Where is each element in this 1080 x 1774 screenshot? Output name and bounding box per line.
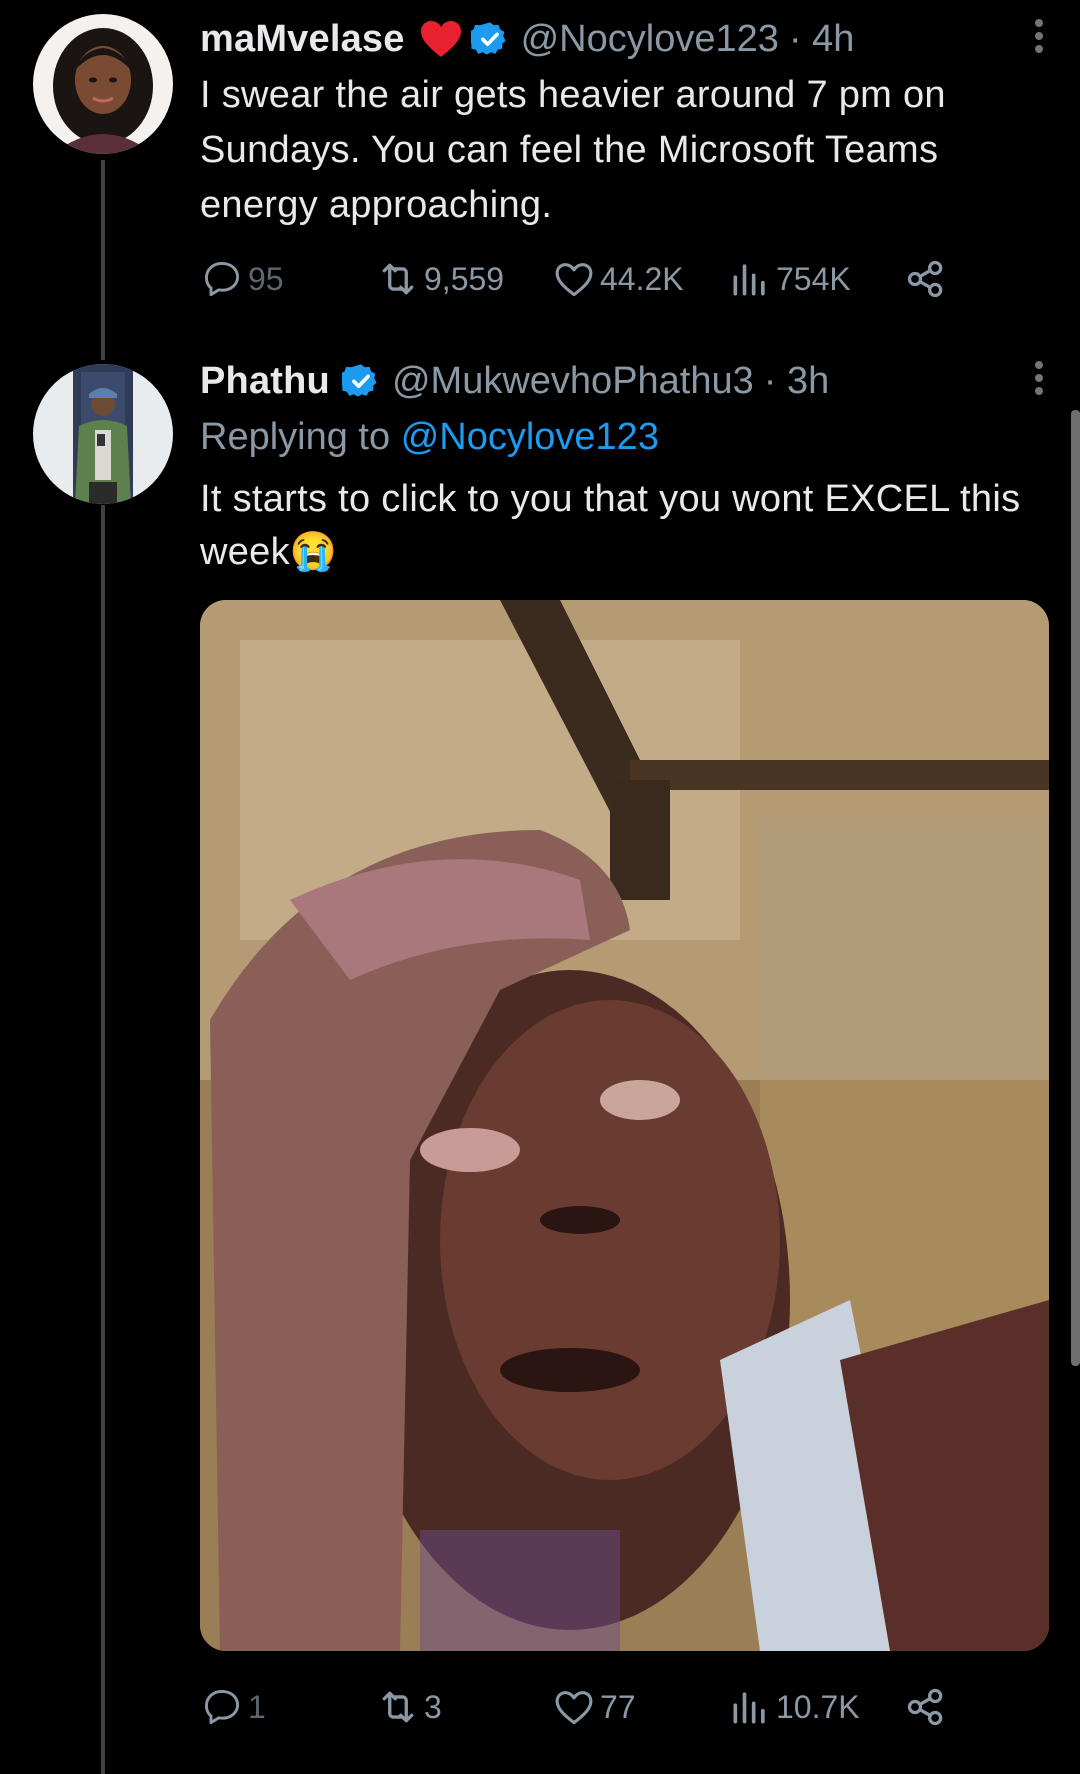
share-button[interactable] bbox=[904, 249, 952, 309]
retweet-count: 3 bbox=[424, 1688, 442, 1725]
replying-to-label: Replying to bbox=[200, 416, 391, 458]
avatar[interactable] bbox=[33, 364, 173, 504]
handle[interactable]: @Nocylove123 bbox=[521, 18, 779, 61]
tweet-text: I swear the air gets heavier around 7 pm… bbox=[200, 74, 946, 226]
more-vertical-icon[interactable] bbox=[1024, 14, 1054, 64]
red-heart-emoji-icon bbox=[420, 21, 461, 57]
like-count: 77 bbox=[600, 1688, 636, 1725]
reply-bubble-icon bbox=[204, 1689, 240, 1725]
reply-button[interactable]: 1 bbox=[200, 1677, 266, 1737]
tweet-reply[interactable]: Phathu @MukwevhoPhathu3 · 3h Replying to… bbox=[200, 352, 1060, 579]
display-name[interactable]: Phathu bbox=[200, 360, 330, 403]
views-count: 10.7K bbox=[776, 1688, 860, 1725]
handle[interactable]: @MukwevhoPhathu3 bbox=[392, 360, 754, 403]
share-button[interactable] bbox=[904, 1677, 952, 1737]
retweet-icon bbox=[382, 263, 414, 295]
timestamp[interactable]: · 4h bbox=[789, 18, 854, 61]
more-vertical-icon[interactable] bbox=[1024, 356, 1054, 406]
verified-badge-icon bbox=[470, 22, 506, 55]
replying-to-line: Replying to @Nocylove123 bbox=[200, 410, 1060, 465]
reply-bubble-icon bbox=[204, 261, 240, 297]
views-count: 754K bbox=[776, 260, 851, 297]
display-name[interactable]: maMvelase bbox=[200, 18, 405, 61]
heart-outline-icon bbox=[555, 1691, 593, 1725]
thread-connector-line bbox=[101, 505, 105, 1774]
tweet-media-video[interactable] bbox=[200, 600, 1049, 1651]
tweet-actions: 95 9,559 44.2K 754K bbox=[200, 249, 960, 309]
views-button[interactable]: 754K bbox=[728, 249, 851, 309]
tweet-actions: 1 3 77 10.7K bbox=[200, 1677, 960, 1737]
views-button[interactable]: 10.7K bbox=[728, 1677, 860, 1737]
retweet-button[interactable]: 9,559 bbox=[376, 249, 504, 309]
tweet-header: maMvelase @Nocylove123 · 4h bbox=[200, 10, 1060, 68]
thread-connector-line bbox=[101, 160, 105, 360]
scrollbar[interactable] bbox=[1071, 410, 1080, 1366]
reply-button[interactable]: 95 bbox=[200, 249, 284, 309]
retweet-count: 9,559 bbox=[424, 260, 505, 297]
retweet-icon bbox=[382, 1691, 414, 1723]
reply-count: 1 bbox=[248, 1688, 266, 1725]
views-bars-icon bbox=[733, 1692, 765, 1724]
mention-link[interactable]: @Nocylove123 bbox=[401, 416, 659, 458]
heart-outline-icon bbox=[555, 263, 593, 297]
share-icon bbox=[907, 1688, 943, 1726]
avatar[interactable] bbox=[33, 14, 173, 154]
like-count: 44.2K bbox=[600, 260, 684, 297]
like-button[interactable]: 44.2K bbox=[552, 249, 684, 309]
share-icon bbox=[907, 260, 943, 298]
tweet-original[interactable]: maMvelase @Nocylove123 · 4h I swear the … bbox=[200, 10, 1060, 233]
verified-badge-icon bbox=[341, 364, 377, 397]
like-button[interactable]: 77 bbox=[552, 1677, 636, 1737]
retweet-button[interactable]: 3 bbox=[376, 1677, 442, 1737]
timestamp[interactable]: · 3h bbox=[764, 360, 829, 403]
tweet-header: Phathu @MukwevhoPhathu3 · 3h bbox=[200, 352, 1060, 410]
reply-count: 95 bbox=[248, 260, 284, 297]
views-bars-icon bbox=[733, 264, 765, 296]
tweet-text: It starts to click to you that you wont … bbox=[200, 478, 1021, 573]
